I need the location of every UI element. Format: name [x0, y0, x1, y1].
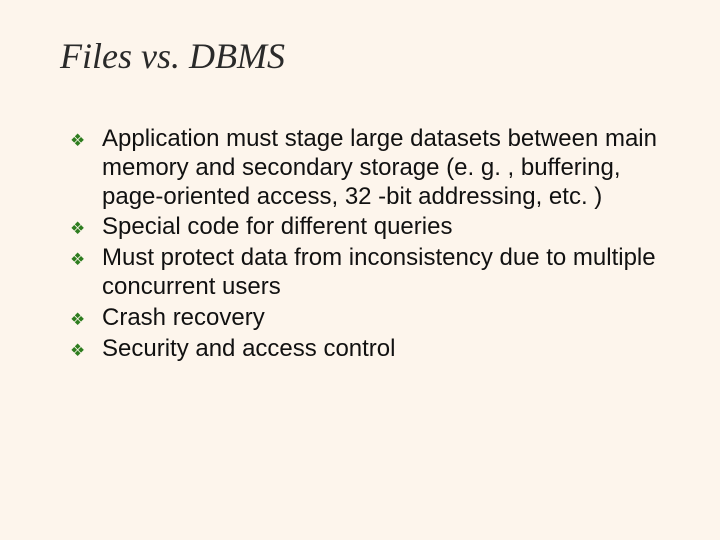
- diamond-bullet-icon: ❖: [70, 308, 85, 332]
- bullet-list: ❖ Application must stage large datasets …: [60, 125, 660, 363]
- list-item-text: Crash recovery: [102, 304, 265, 331]
- slide-title: Files vs. DBMS: [60, 35, 660, 77]
- list-item: ❖ Must protect data from inconsistency d…: [70, 244, 660, 302]
- list-item-text: Application must stage large datasets be…: [102, 125, 657, 210]
- diamond-bullet-icon: ❖: [70, 248, 85, 272]
- diamond-bullet-icon: ❖: [70, 339, 85, 363]
- diamond-bullet-icon: ❖: [70, 129, 85, 153]
- list-item: ❖ Security and access control: [70, 335, 660, 364]
- list-item: ❖ Application must stage large datasets …: [70, 125, 660, 211]
- list-item: ❖ Special code for different queries: [70, 213, 660, 242]
- diamond-bullet-icon: ❖: [70, 217, 85, 241]
- list-item-text: Must protect data from inconsistency due…: [102, 244, 656, 300]
- list-item-text: Security and access control: [102, 335, 395, 362]
- list-item-text: Special code for different queries: [102, 213, 452, 240]
- slide: Files vs. DBMS ❖ Application must stage …: [0, 0, 720, 540]
- list-item: ❖ Crash recovery: [70, 304, 660, 333]
